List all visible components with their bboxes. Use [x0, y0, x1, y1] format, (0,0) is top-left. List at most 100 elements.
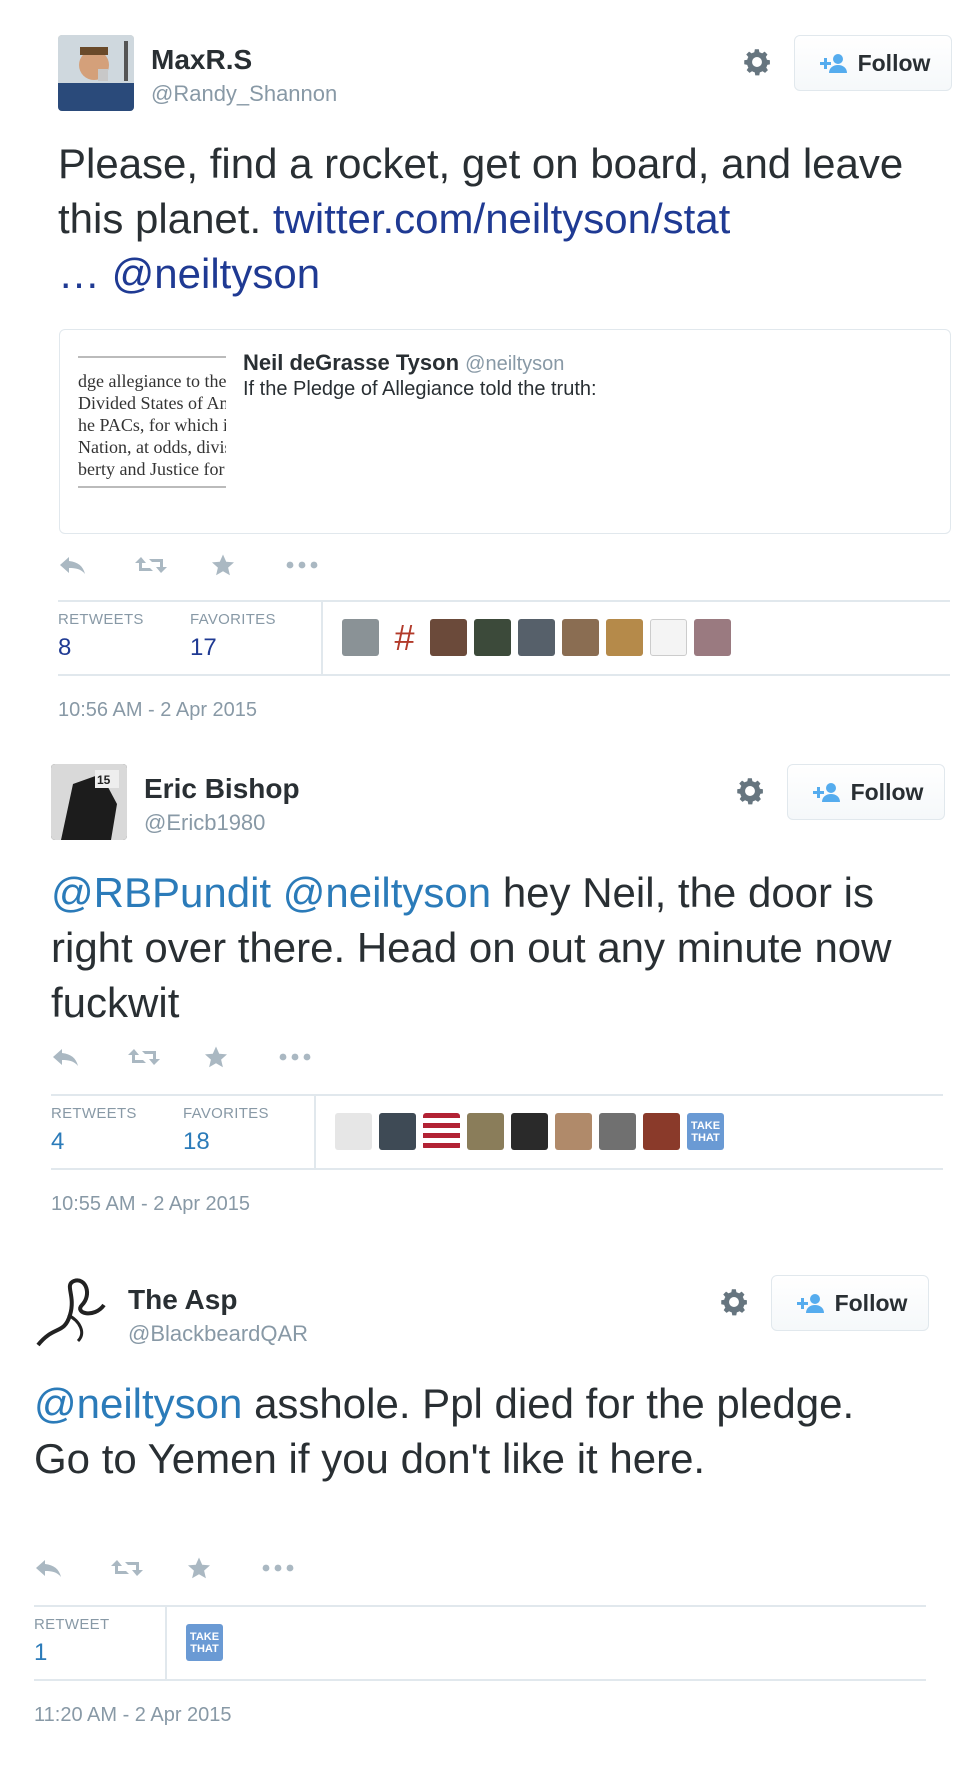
- more-button[interactable]: [286, 545, 362, 585]
- retweets-label: RETWEETS: [51, 1105, 137, 1122]
- divider: [34, 1679, 926, 1681]
- image-text-line: Divided States of An: [78, 393, 226, 413]
- favoriter-avatar[interactable]: [511, 1113, 548, 1150]
- username[interactable]: @Randy_Shannon: [151, 81, 337, 107]
- star-icon: [205, 1046, 227, 1068]
- follow-label: Follow: [850, 778, 924, 805]
- tweet-actions: [51, 1037, 355, 1077]
- timestamp[interactable]: 10:56 AM - 2 Apr 2015: [58, 699, 257, 722]
- favorites-count[interactable]: 18: [183, 1128, 210, 1156]
- favorite-button[interactable]: [210, 545, 286, 585]
- favoriter-avatar[interactable]: [650, 619, 687, 656]
- divider: [58, 600, 950, 602]
- username[interactable]: @BlackbeardQAR: [128, 1321, 308, 1347]
- mention-rbpundit[interactable]: @RBPundit: [51, 869, 271, 916]
- favoriter-avatar[interactable]: [342, 619, 379, 656]
- follow-button[interactable]: Follow: [787, 764, 945, 820]
- favoriter-avatar[interactable]: [335, 1113, 372, 1150]
- favoriters-list: #: [342, 619, 731, 656]
- more-icon: [262, 1564, 294, 1572]
- retweet-icon: [135, 557, 167, 573]
- mention-neiltyson[interactable]: @neiltyson: [34, 1380, 242, 1427]
- retweets-count[interactable]: 8: [58, 634, 71, 662]
- reply-button[interactable]: [51, 1037, 127, 1077]
- user-photo-icon: 15: [51, 764, 127, 840]
- favoriter-avatar[interactable]: [467, 1113, 504, 1150]
- user-photo-icon: [58, 35, 134, 111]
- svg-text:15: 15: [97, 773, 111, 787]
- divider: [51, 1168, 943, 1170]
- avatar[interactable]: [58, 35, 134, 111]
- retweet-button[interactable]: [110, 1548, 186, 1588]
- avatar[interactable]: [34, 1275, 110, 1351]
- favoriter-avatar[interactable]: [562, 619, 599, 656]
- quoted-tweet-card[interactable]: dge allegiance to the Divided States of …: [59, 329, 951, 534]
- display-name[interactable]: Eric Bishop: [144, 773, 300, 805]
- timestamp[interactable]: 11:20 AM - 2 Apr 2015: [34, 1704, 232, 1727]
- retweet-button[interactable]: [134, 545, 210, 585]
- quoted-tweet-image: dge allegiance to the Divided States of …: [78, 356, 226, 488]
- add-user-icon: [796, 1294, 824, 1313]
- tweet-actions: [34, 1548, 338, 1588]
- favoriter-avatar[interactable]: TAKE THAT: [687, 1113, 724, 1150]
- retweets-count[interactable]: 4: [51, 1128, 64, 1156]
- favoriter-avatar[interactable]: [474, 619, 511, 656]
- tweet-text: @RBPundit @neiltyson hey Neil, the door …: [51, 865, 931, 1030]
- reply-button[interactable]: [58, 545, 134, 585]
- star-icon: [188, 1557, 210, 1579]
- mention-neiltyson[interactable]: @neiltyson: [112, 250, 320, 297]
- favorite-button[interactable]: [203, 1037, 279, 1077]
- reply-icon: [36, 1560, 61, 1577]
- stats-separator: [314, 1096, 316, 1168]
- retweets-label: RETWEET: [34, 1616, 110, 1633]
- retweet-icon: [128, 1049, 160, 1065]
- quoted-author: Neil deGrasse Tyson @neiltyson: [243, 350, 564, 376]
- follow-button[interactable]: Follow: [794, 35, 952, 91]
- more-button[interactable]: [262, 1548, 338, 1588]
- gear-icon[interactable]: [733, 774, 767, 808]
- favoriter-avatar[interactable]: [430, 619, 467, 656]
- favorite-button[interactable]: [186, 1548, 262, 1588]
- more-button[interactable]: [279, 1037, 355, 1077]
- reply-button[interactable]: [34, 1548, 110, 1588]
- favoriter-avatar[interactable]: [518, 619, 555, 656]
- divider: [34, 1605, 926, 1607]
- username[interactable]: @Ericb1980: [144, 810, 265, 836]
- mention-neiltyson[interactable]: @neiltyson: [283, 869, 491, 916]
- favorites-count[interactable]: 17: [190, 634, 217, 662]
- stats-separator: [165, 1607, 167, 1679]
- divider: [58, 674, 950, 676]
- favoriter-avatar[interactable]: [379, 1113, 416, 1150]
- quoted-tweet-text: If the Pledge of Allegiance told the tru…: [243, 378, 597, 400]
- gear-icon[interactable]: [717, 1285, 751, 1319]
- avatar[interactable]: 15: [51, 764, 127, 840]
- retweets-count[interactable]: 1: [34, 1639, 47, 1667]
- gear-icon[interactable]: [740, 45, 774, 79]
- favoriter-avatar[interactable]: [606, 619, 643, 656]
- display-name[interactable]: MaxR.S: [151, 44, 252, 76]
- display-name[interactable]: The Asp: [128, 1284, 237, 1316]
- reply-icon: [53, 1049, 78, 1066]
- favoriter-avatar[interactable]: [599, 1113, 636, 1150]
- tweet-link[interactable]: twitter.com/neiltyson/stat: [273, 195, 731, 242]
- image-text-line: Nation, at odds, divis: [78, 437, 226, 457]
- image-text-line: dge allegiance to the: [78, 371, 226, 391]
- favoriter-avatar[interactable]: [643, 1113, 680, 1150]
- quoted-author-name[interactable]: Neil deGrasse Tyson: [243, 350, 459, 375]
- quoted-author-handle[interactable]: @neiltyson: [465, 353, 564, 375]
- reply-icon: [60, 557, 85, 574]
- favorites-label: FAVORITES: [183, 1105, 269, 1122]
- follow-label: Follow: [857, 49, 931, 76]
- retweeter-avatar[interactable]: TAKE THAT: [186, 1624, 223, 1661]
- favoriter-avatar[interactable]: [694, 619, 731, 656]
- favoriter-avatar[interactable]: [555, 1113, 592, 1150]
- star-icon: [212, 554, 234, 576]
- add-user-icon: [812, 783, 840, 802]
- timestamp[interactable]: 10:55 AM - 2 Apr 2015: [51, 1193, 250, 1216]
- favoriter-avatar[interactable]: #: [386, 619, 423, 656]
- tweet-actions: [58, 545, 362, 585]
- favoriter-avatar[interactable]: [423, 1113, 460, 1150]
- retweet-button[interactable]: [127, 1037, 203, 1077]
- follow-button[interactable]: Follow: [771, 1275, 929, 1331]
- divider: [51, 1094, 943, 1096]
